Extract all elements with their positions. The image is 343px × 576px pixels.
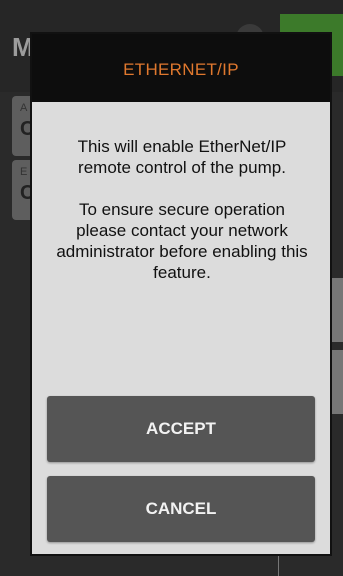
screen: M A C E C ETHERNET/IP This will enable E… bbox=[0, 0, 343, 576]
accept-button[interactable]: ACCEPT bbox=[47, 396, 315, 462]
dialog-message-paragraph-2: To ensure secure operation please contac… bbox=[56, 200, 308, 282]
dialog-title: ETHERNET/IP bbox=[123, 60, 239, 79]
ethernet-ip-dialog: ETHERNET/IP This will enable EtherNet/IP… bbox=[30, 32, 332, 556]
background-card-label: A bbox=[20, 102, 28, 114]
background-card-label: E bbox=[20, 166, 28, 178]
dialog-message: This will enable EtherNet/IP remote cont… bbox=[52, 136, 312, 304]
dialog-header: ETHERNET/IP bbox=[32, 34, 330, 102]
dialog-message-paragraph-1: This will enable EtherNet/IP remote cont… bbox=[77, 137, 287, 177]
cancel-button[interactable]: CANCEL bbox=[47, 476, 315, 542]
